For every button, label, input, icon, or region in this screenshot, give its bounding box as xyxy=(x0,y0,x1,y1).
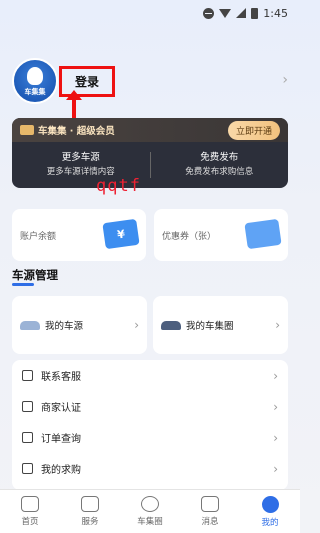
tab-circle[interactable]: 车集圈 xyxy=(120,490,180,533)
menu-item-label: 联系客服 xyxy=(41,372,81,383)
status-time: 1:45 xyxy=(263,6,288,20)
chevron-right-icon: › xyxy=(273,368,278,383)
vip-title: 车集集 · 超级会员 xyxy=(38,126,115,137)
yen-ticket-icon: ¥ xyxy=(102,218,140,250)
tab-label: 车集圈 xyxy=(137,517,163,527)
menu-list: 联系客服 › 商家认证 › 订单查询 › 我的求购 › xyxy=(12,360,288,490)
my-circle-card[interactable]: 我的车集圈 › xyxy=(153,296,288,354)
my-circle-label: 我的车集圈 xyxy=(186,321,234,332)
my-cars-label: 我的车源 xyxy=(45,321,84,332)
tab-label: 首页 xyxy=(21,517,39,527)
menu-item-label: 订单查询 xyxy=(41,434,81,445)
balance-row: 账户余额 ¥ 优惠券（张） xyxy=(12,209,288,261)
order-icon xyxy=(22,432,33,443)
tab-message[interactable]: 消息 xyxy=(180,490,240,533)
profile-row[interactable]: 车集集 登录 › xyxy=(12,58,292,108)
do-not-disturb-icon xyxy=(203,7,215,19)
tab-label: 我的 xyxy=(261,517,279,528)
vip-benefits: 更多车源 更多车源详情内容 免费发布 免费发布求购信息 xyxy=(12,142,288,188)
headset-icon xyxy=(22,370,33,381)
crown-icon xyxy=(20,125,34,135)
circle-icon xyxy=(141,496,159,512)
vip-benefit-free-post: 免费发布 免费发布求购信息 xyxy=(151,151,289,179)
car-icon xyxy=(161,320,181,330)
vip-activate-button[interactable]: 立即开通 xyxy=(227,120,280,140)
vip-header: 车集集 · 超级会员 立即开通 xyxy=(12,118,288,142)
vip-benefit-title: 免费发布 xyxy=(200,152,239,163)
car-logo-icon xyxy=(27,67,43,85)
menu-item-order-query[interactable]: 订单查询 › xyxy=(12,422,288,453)
car-management-row: 我的车源 › 我的车集圈 › xyxy=(12,296,288,354)
annotation-text: qqtf xyxy=(96,176,141,196)
tab-home[interactable]: 首页 xyxy=(0,490,60,533)
coupon-card[interactable]: 优惠券（张） xyxy=(154,209,288,261)
tab-label: 消息 xyxy=(201,517,219,527)
vip-benefit-more-cars: 更多车源 更多车源详情内容 xyxy=(12,151,150,179)
service-icon xyxy=(81,496,99,512)
tab-label: 服务 xyxy=(81,517,99,527)
home-icon xyxy=(21,496,39,512)
account-balance-label: 账户余额 xyxy=(20,231,57,242)
chevron-right-icon: › xyxy=(134,318,139,332)
chevron-right-icon: › xyxy=(282,72,288,88)
chevron-right-icon: › xyxy=(275,318,280,332)
request-icon xyxy=(22,463,33,474)
tab-service[interactable]: 服务 xyxy=(60,490,120,533)
vip-card[interactable]: 车集集 · 超级会员 立即开通 更多车源 更多车源详情内容 免费发布 免费发布求… xyxy=(12,118,288,188)
coupon-ticket-icon xyxy=(244,218,282,250)
car-section-title: 车源管理 xyxy=(12,268,58,282)
menu-item-label: 商家认证 xyxy=(41,403,81,414)
vip-benefit-subtitle: 免费发布求购信息 xyxy=(185,167,254,177)
profile-icon xyxy=(261,495,279,513)
menu-item-label: 我的求购 xyxy=(41,465,81,476)
section-underline xyxy=(12,283,34,286)
bottom-tab-bar: 首页 服务 车集圈 消息 我的 xyxy=(0,489,300,533)
shield-icon xyxy=(22,401,33,412)
chevron-right-icon: › xyxy=(273,461,278,476)
vip-benefit-title: 更多车源 xyxy=(61,152,100,163)
car-icon xyxy=(20,320,40,330)
menu-item-my-requests[interactable]: 我的求购 › xyxy=(12,453,288,484)
menu-item-customer-service[interactable]: 联系客服 › xyxy=(12,360,288,391)
coupon-label: 优惠券（张） xyxy=(162,231,217,242)
battery-icon xyxy=(251,7,259,19)
account-balance-card[interactable]: 账户余额 ¥ xyxy=(12,209,146,261)
my-cars-card[interactable]: 我的车源 › xyxy=(12,296,147,354)
chevron-right-icon: › xyxy=(273,430,278,445)
signal-icon xyxy=(236,8,247,18)
wifi-icon xyxy=(219,8,232,18)
avatar[interactable]: 车集集 xyxy=(12,58,58,104)
avatar-logo-text: 车集集 xyxy=(24,88,46,96)
status-bar: 1:45 xyxy=(0,0,300,26)
message-icon xyxy=(201,496,219,512)
menu-item-merchant-verify[interactable]: 商家认证 › xyxy=(12,391,288,422)
chevron-right-icon: › xyxy=(273,399,278,414)
tab-profile[interactable]: 我的 xyxy=(240,490,300,533)
